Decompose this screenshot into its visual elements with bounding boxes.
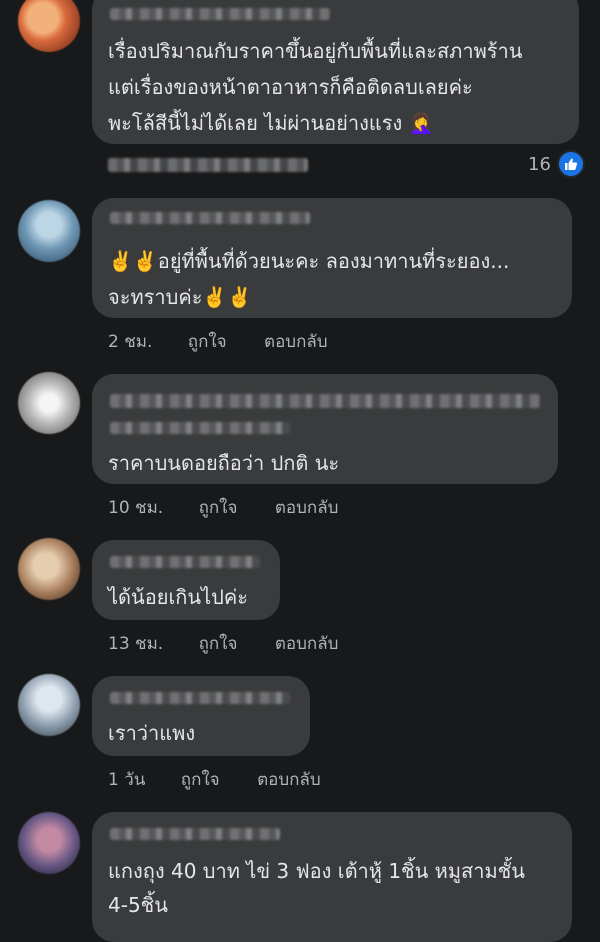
like-link[interactable]: ถูกใจ bbox=[181, 770, 220, 790]
like-link[interactable]: ถูกใจ bbox=[199, 634, 238, 654]
comment-text-line: เรื่องปริมาณกับราคาขึ้นอยู่กับพื้นที่และ… bbox=[108, 39, 523, 63]
commenter-name-blurred[interactable] bbox=[110, 422, 290, 434]
comment-meta: 1 วัน ถูกใจ ตอบกลับ bbox=[108, 766, 353, 793]
comment-text-line: เราว่าแพง bbox=[108, 721, 196, 745]
comment-text-line: แต่เรื่องของหน้าตาอาหารก็คือติดลบเลยค่ะ bbox=[108, 75, 473, 99]
comment-text-line: ราคาบนดอยถือว่า ปกติ นะ bbox=[108, 451, 340, 475]
reaction-summary[interactable]: 16 bbox=[528, 150, 585, 178]
commenter-name-blurred[interactable] bbox=[110, 828, 280, 840]
comment-meta: 2 ชม. ถูกใจ ตอบกลับ bbox=[108, 328, 360, 355]
comment-meta: 10 ชม. ถูกใจ ตอบกลับ bbox=[108, 494, 370, 521]
comment-meta: 13 ชม. ถูกใจ ตอบกลับ bbox=[108, 630, 370, 657]
reply-link[interactable]: ตอบกลับ bbox=[275, 634, 339, 654]
commenter-name-blurred[interactable] bbox=[110, 394, 540, 408]
commenter-name-blurred[interactable] bbox=[110, 8, 330, 20]
comment-timestamp: 2 ชม. bbox=[108, 332, 153, 352]
commenter-name-blurred[interactable] bbox=[110, 212, 310, 224]
avatar[interactable] bbox=[18, 0, 80, 52]
avatar[interactable] bbox=[18, 372, 80, 434]
avatar[interactable] bbox=[18, 200, 80, 262]
like-icon bbox=[556, 150, 585, 178]
comment-text-line: ได้น้อยเกินไปค่ะ bbox=[108, 585, 248, 609]
avatar[interactable] bbox=[18, 538, 80, 600]
like-link[interactable]: ถูกใจ bbox=[199, 498, 238, 518]
comment-timestamp: 1 วัน bbox=[108, 770, 146, 790]
avatar[interactable] bbox=[18, 674, 80, 736]
reply-link[interactable]: ตอบกลับ bbox=[264, 332, 328, 352]
comment-text-line: แกงถุง 40 บาท ไข่ 3 ฟอง เต้าหู้ 1ชิ้น หม… bbox=[108, 859, 525, 883]
comment-actions-blurred bbox=[108, 158, 308, 172]
comment-text-line: 4-5ชิ้น bbox=[108, 893, 168, 917]
comment-text-line: จะทราบค่ะ✌️✌️ bbox=[108, 285, 253, 309]
reply-link[interactable]: ตอบกลับ bbox=[257, 770, 321, 790]
comment-text-line: ✌️✌️อยู่ที่พื้นที่ด้วยนะคะ ลองมาทานที่ระ… bbox=[108, 249, 510, 273]
reaction-count: 16 bbox=[528, 153, 551, 175]
commenter-name-blurred[interactable] bbox=[110, 692, 290, 704]
commenter-name-blurred[interactable] bbox=[110, 556, 260, 568]
avatar[interactable] bbox=[18, 812, 80, 874]
comment-timestamp: 13 ชม. bbox=[108, 634, 164, 654]
comment-text-line: พะโล้สีนี้ไม่ได้เลย ไม่ผ่านอย่างแรง 🤦‍♀️ bbox=[108, 111, 434, 135]
like-link[interactable]: ถูกใจ bbox=[188, 332, 227, 352]
comment-timestamp: 10 ชม. bbox=[108, 498, 164, 518]
reply-link[interactable]: ตอบกลับ bbox=[275, 498, 339, 518]
